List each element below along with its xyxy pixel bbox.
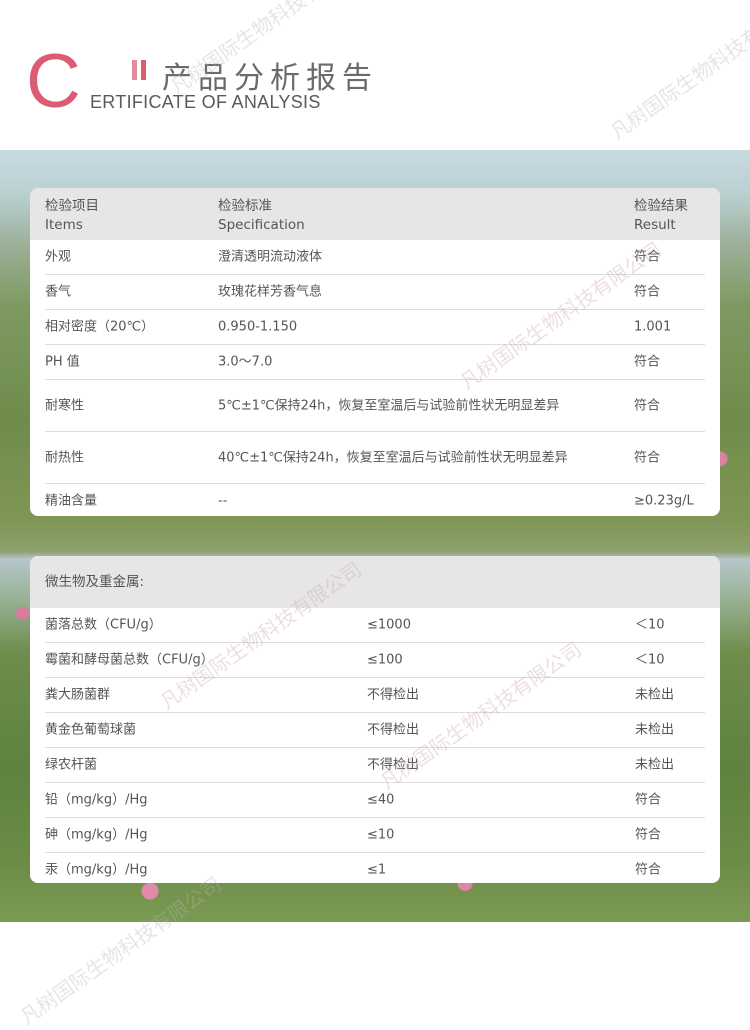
table-row: 铅（mg/kg）/Hg ≤40 符合 <box>45 783 705 818</box>
table-row: 砷（mg/kg）/Hg ≤10 符合 <box>45 818 705 853</box>
table-row: 霉菌和酵母菌总数（CFU/g） ≤100 ＜10 <box>45 643 705 678</box>
table-row: 黄金色葡萄球菌 不得检出 未检出 <box>45 713 705 748</box>
page-title: 产品分析报告 <box>162 61 378 96</box>
table-row: 精油含量 -- ≥0.23g/L <box>45 493 694 509</box>
table-row: 香气 玫瑰花样芳香气息 符合 <box>45 275 705 310</box>
page-subtitle: ERTIFICATE OF ANALYSIS <box>90 92 321 112</box>
section-heading: 微生物及重金属: <box>45 574 145 590</box>
microbe-metal-table-card: 微生物及重金属: 菌落总数（CFU/g） ≤1000 ＜10 霉菌和酵母菌总数（… <box>30 556 720 883</box>
accent-bars-icon <box>132 60 150 84</box>
watermark: 凡树国际生物科技有限公司 <box>605 0 750 145</box>
header-items: 检验项目 Items <box>45 198 99 233</box>
table-header: 检验项目 Items 检验标准 Specification 检验结果 Result <box>30 188 720 240</box>
header-specification: 检验标准 Specification <box>218 198 305 233</box>
logo-letter-c: C <box>26 39 81 124</box>
table-row: 汞（mg/kg）/Hg ≤1 符合 <box>45 862 662 878</box>
table-row: 菌落总数（CFU/g） ≤1000 ＜10 <box>45 608 705 643</box>
table-row: PH 值 3.0～7.0 符合 <box>45 345 705 380</box>
quality-table-card: 检验项目 Items 检验标准 Specification 检验结果 Result 外… <box>30 188 720 516</box>
report-header: C 产品分析报告 ERTIFICATE OF ANALYSIS 凡树国际生物科技… <box>0 0 750 150</box>
table-row: 相对密度（20℃） 0.950-1.150 1.001 <box>45 310 705 345</box>
table-row: 外观 澄清透明流动液体 符合 <box>45 240 705 275</box>
table-row: 耐热性 40℃±1℃保持24h，恢复至室温后与试验前性状无明显差异 符合 <box>45 432 705 484</box>
table-row: 耐寒性 5℃±1℃保持24h，恢复至室温后与试验前性状无明显差异 符合 <box>45 380 705 432</box>
table-row: 绿农杆菌 不得检出 未检出 <box>45 748 705 783</box>
table-row: 粪大肠菌群 不得检出 未检出 <box>45 678 705 713</box>
table-header: 微生物及重金属: <box>30 556 720 608</box>
header-result: 检验结果 Result <box>634 198 688 233</box>
